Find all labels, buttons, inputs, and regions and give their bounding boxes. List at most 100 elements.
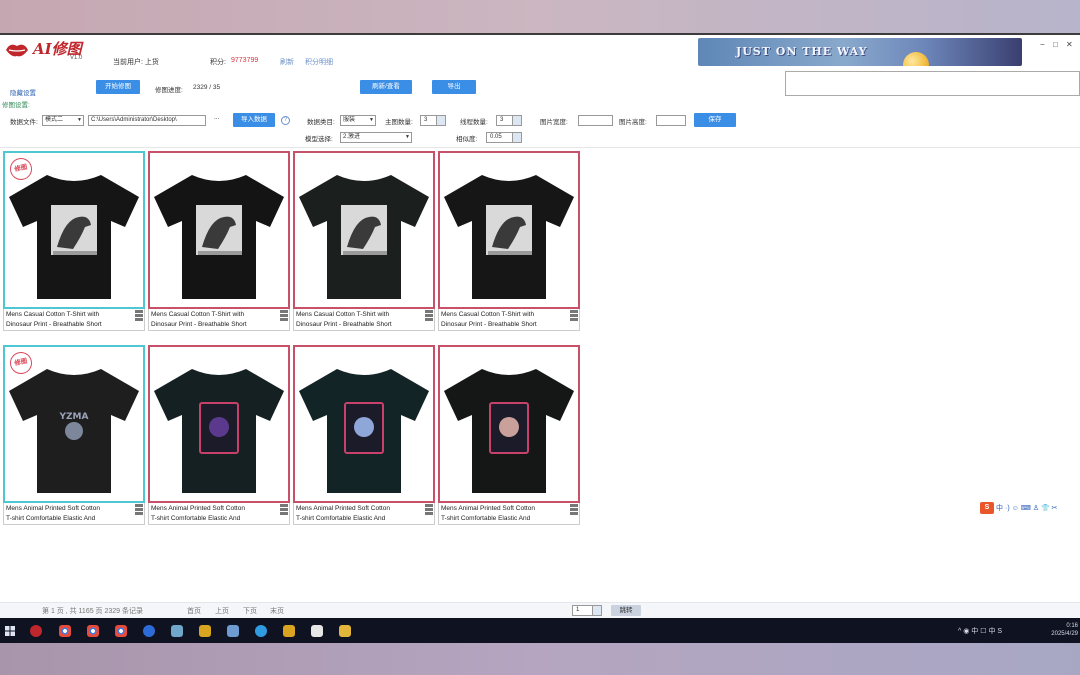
refresh-points-link[interactable]: 刷新 bbox=[280, 57, 294, 67]
caption-scrollbar[interactable] bbox=[280, 504, 288, 522]
product-caption[interactable]: Mens Animal Printed Soft Cotton T-shirt C… bbox=[148, 503, 290, 525]
last-page-link[interactable]: 末页 bbox=[270, 606, 284, 616]
app-taskbar-icon[interactable] bbox=[30, 625, 42, 637]
caption-line-1: Mens Casual Cotton T-Shirt with bbox=[151, 311, 245, 318]
windows-start-icon[interactable] bbox=[5, 626, 15, 636]
product-card[interactable]: Mens Casual Cotton T-Shirt with Dinosaur … bbox=[438, 151, 580, 331]
taskbar-clock[interactable]: 0:16 2025/4/29 bbox=[1044, 622, 1078, 638]
model-label: 模型选择: bbox=[305, 136, 333, 143]
caption-line-2: T-shirt Comfortable Elastic And bbox=[296, 515, 386, 522]
edge-icon[interactable] bbox=[255, 625, 267, 637]
k-app-icon[interactable] bbox=[143, 625, 155, 637]
chrome-icon[interactable] bbox=[87, 625, 99, 637]
product-caption[interactable]: Mens Casual Cotton T-Shirt with Dinosaur … bbox=[438, 309, 580, 331]
product-card[interactable]: Mens Animal Printed Soft Cotton T-shirt C… bbox=[438, 345, 580, 525]
caption-line-2: T-shirt Comfortable Elastic And bbox=[441, 515, 531, 522]
caption-line-1: Mens Animal Printed Soft Cotton bbox=[296, 505, 390, 512]
import-data-button[interactable]: 导入数据 bbox=[233, 113, 275, 127]
caption-scrollbar[interactable] bbox=[570, 310, 578, 328]
product-thumbnail[interactable] bbox=[148, 151, 290, 309]
chrome-icon[interactable] bbox=[59, 625, 71, 637]
caption-line-1: Mens Casual Cotton T-Shirt with bbox=[441, 311, 535, 318]
product-caption[interactable]: Mens Casual Cotton T-Shirt with Dinosaur … bbox=[293, 309, 435, 331]
caption-scrollbar[interactable] bbox=[135, 310, 143, 328]
prev-page-link[interactable]: 上页 bbox=[215, 606, 229, 616]
product-caption[interactable]: Mens Animal Printed Soft Cotton T-shirt C… bbox=[293, 503, 435, 525]
close-button[interactable]: ✕ bbox=[1066, 40, 1073, 49]
product-card[interactable]: Mens Casual Cotton T-Shirt with Dinosaur … bbox=[293, 151, 435, 331]
maximize-button[interactable]: □ bbox=[1053, 40, 1058, 49]
app-icon[interactable] bbox=[199, 625, 211, 637]
similarity-stepper[interactable]: 0.05 bbox=[486, 132, 522, 143]
product-card[interactable]: Mens Animal Printed Soft Cotton T-shirt C… bbox=[148, 345, 290, 525]
product-thumbnail[interactable]: 修图 bbox=[3, 151, 145, 309]
product-card[interactable]: Mens Animal Printed Soft Cotton T-shirt C… bbox=[293, 345, 435, 525]
caption-scrollbar[interactable] bbox=[425, 310, 433, 328]
app-icon[interactable] bbox=[311, 625, 323, 637]
folder-icon[interactable] bbox=[339, 625, 351, 637]
app-icon[interactable] bbox=[171, 625, 183, 637]
points-label: 积分: bbox=[210, 59, 226, 66]
data-path-input[interactable]: C:\Users\Administrator\Desktop\ bbox=[88, 115, 206, 126]
caption-scrollbar[interactable] bbox=[135, 504, 143, 522]
model-select[interactable]: 2.激进 bbox=[340, 132, 412, 143]
chrome-icon[interactable] bbox=[115, 625, 127, 637]
caption-line-2: Dinosaur Print - Breathable Short bbox=[441, 321, 537, 328]
caption-line-1: Mens Animal Printed Soft Cotton bbox=[151, 505, 245, 512]
caption-line-1: Mens Animal Printed Soft Cotton bbox=[441, 505, 535, 512]
data-type-select[interactable]: 服装 bbox=[340, 115, 376, 126]
next-page-link[interactable]: 下页 bbox=[243, 606, 257, 616]
product-thumbnail[interactable]: YZMA 修图 bbox=[3, 345, 145, 503]
data-file-label: 数据文件: bbox=[10, 119, 38, 126]
hide-settings-link[interactable]: 隐藏设置 bbox=[10, 87, 36, 97]
caption-scrollbar[interactable] bbox=[570, 504, 578, 522]
banner-text: JUST ON THE WAY bbox=[736, 45, 868, 58]
product-thumbnail[interactable] bbox=[148, 345, 290, 503]
product-caption[interactable]: Mens Animal Printed Soft Cotton T-shirt C… bbox=[438, 503, 580, 525]
clock-date: 2025/4/29 bbox=[1051, 631, 1078, 637]
search-input[interactable] bbox=[785, 71, 1080, 96]
product-thumbnail[interactable] bbox=[438, 345, 580, 503]
caption-line-2: Dinosaur Print - Breathable Short bbox=[151, 321, 247, 328]
page-number-input[interactable]: 1 bbox=[572, 605, 602, 616]
product-caption[interactable]: Mens Casual Cotton T-Shirt with Dinosaur … bbox=[3, 309, 145, 331]
system-tray[interactable]: ^ ◉ 中 ☐ 中 S bbox=[958, 626, 1002, 636]
sogou-icon[interactable]: S bbox=[980, 502, 994, 514]
image-height-label: 图片高度: bbox=[619, 119, 647, 126]
ime-toolbar[interactable]: S 中 ·) ☺ ⌨ ♙ 👕 ✂ bbox=[980, 502, 1058, 514]
browse-button[interactable]: ... bbox=[214, 114, 219, 121]
caption-scrollbar[interactable] bbox=[280, 310, 288, 328]
first-page-link[interactable]: 首页 bbox=[187, 606, 201, 616]
product-thumbnail[interactable] bbox=[293, 345, 435, 503]
app-icon[interactable] bbox=[283, 625, 295, 637]
export-button[interactable]: 导出 bbox=[432, 80, 476, 94]
caption-line-2: Dinosaur Print - Breathable Short bbox=[296, 321, 392, 328]
ime-language[interactable]: 中 bbox=[996, 503, 1003, 513]
product-card[interactable]: Mens Casual Cotton T-Shirt with Dinosaur … bbox=[148, 151, 290, 331]
product-thumbnail[interactable] bbox=[293, 151, 435, 309]
points-detail-link[interactable]: 积分明细 bbox=[305, 57, 333, 67]
settings-divider bbox=[0, 147, 1080, 148]
product-caption[interactable]: Mens Animal Printed Soft Cotton T-shirt C… bbox=[3, 503, 145, 525]
caption-scrollbar[interactable] bbox=[425, 504, 433, 522]
help-icon[interactable]: ? bbox=[281, 116, 290, 125]
product-card[interactable]: 修图 Mens Casual Cotton T-Shirt with Dinosau… bbox=[3, 151, 145, 331]
tshirt-image bbox=[154, 175, 284, 299]
jump-button[interactable]: 跳转 bbox=[611, 605, 641, 616]
thread-count-stepper[interactable]: 3 bbox=[496, 115, 522, 126]
start-retouch-button[interactable]: 开始修图 bbox=[96, 80, 140, 94]
mode-select[interactable]: 模式二 bbox=[42, 115, 84, 126]
settings-section-label: 修图设置: bbox=[2, 102, 30, 109]
main-count-stepper[interactable]: 3 bbox=[420, 115, 446, 126]
product-card[interactable]: YZMA 修图 Mens Animal Printed Soft Cotton T-s… bbox=[3, 345, 145, 525]
image-width-input[interactable] bbox=[578, 115, 613, 126]
product-thumbnail[interactable] bbox=[438, 151, 580, 309]
ime-tools[interactable]: ·) ☺ ⌨ ♙ 👕 ✂ bbox=[1005, 504, 1058, 512]
photos-icon[interactable] bbox=[227, 625, 239, 637]
product-caption[interactable]: Mens Casual Cotton T-Shirt with Dinosaur … bbox=[148, 309, 290, 331]
svg-text:YZMA: YZMA bbox=[59, 412, 89, 422]
image-height-input[interactable] bbox=[656, 115, 686, 126]
save-button[interactable]: 保存 bbox=[694, 113, 736, 127]
minimize-button[interactable]: − bbox=[1040, 40, 1045, 49]
refresh-view-button[interactable]: 刷新/查看 bbox=[360, 80, 412, 94]
